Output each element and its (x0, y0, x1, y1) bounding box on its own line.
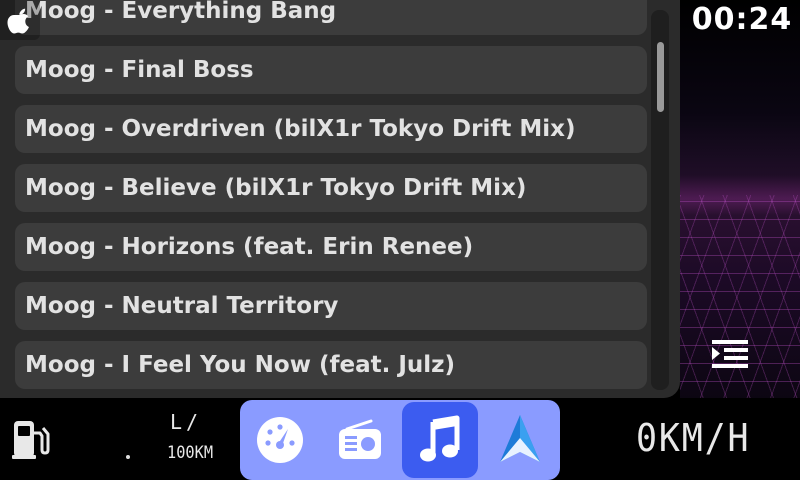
song-item[interactable]: Moog - Horizons (feat. Erin Renee) (15, 223, 647, 271)
dashboard-app-button[interactable] (242, 402, 318, 478)
fuel-pump-icon (10, 418, 52, 462)
speedometer-icon (257, 417, 303, 463)
song-item[interactable]: Moog - Everything Bang (15, 0, 647, 35)
song-item[interactable]: Moog - Neutral Territory (15, 282, 647, 330)
song-item[interactable]: Moog - I Feel You Now (feat. Julz) (15, 341, 647, 389)
music-app-button[interactable] (402, 402, 478, 478)
speed-readout: 0KM/H (636, 416, 751, 460)
clock: 00:24 (691, 2, 793, 37)
song-list[interactable]: Moog - Everything Bang Moog - Final Boss… (0, 0, 660, 398)
song-item[interactable]: Moog - Final Boss (15, 46, 647, 94)
scrollbar-thumb[interactable] (657, 42, 664, 112)
radio-app-button[interactable] (322, 402, 398, 478)
queue-icon (712, 340, 748, 368)
song-list-panel: Moog - Everything Bang Moog - Final Boss… (0, 0, 680, 398)
consumption-value (126, 455, 130, 459)
radio-icon (339, 419, 381, 459)
consumption-unit-bottom: 100KM (167, 443, 214, 463)
apple-logo-button[interactable] (0, 0, 40, 40)
song-item[interactable]: Moog - Believe (bilX1r Tokyo Drift Mix) (15, 164, 647, 212)
song-item[interactable]: Moog - Overdriven (bilX1r Tokyo Drift Mi… (15, 105, 647, 153)
navigation-app-button[interactable] (482, 402, 558, 478)
queue-button[interactable] (708, 334, 752, 376)
apple-logo-icon (7, 8, 29, 34)
consumption-unit-top: L/ (170, 410, 203, 434)
navigation-arrow-icon (500, 415, 540, 462)
music-note-icon (420, 415, 460, 462)
